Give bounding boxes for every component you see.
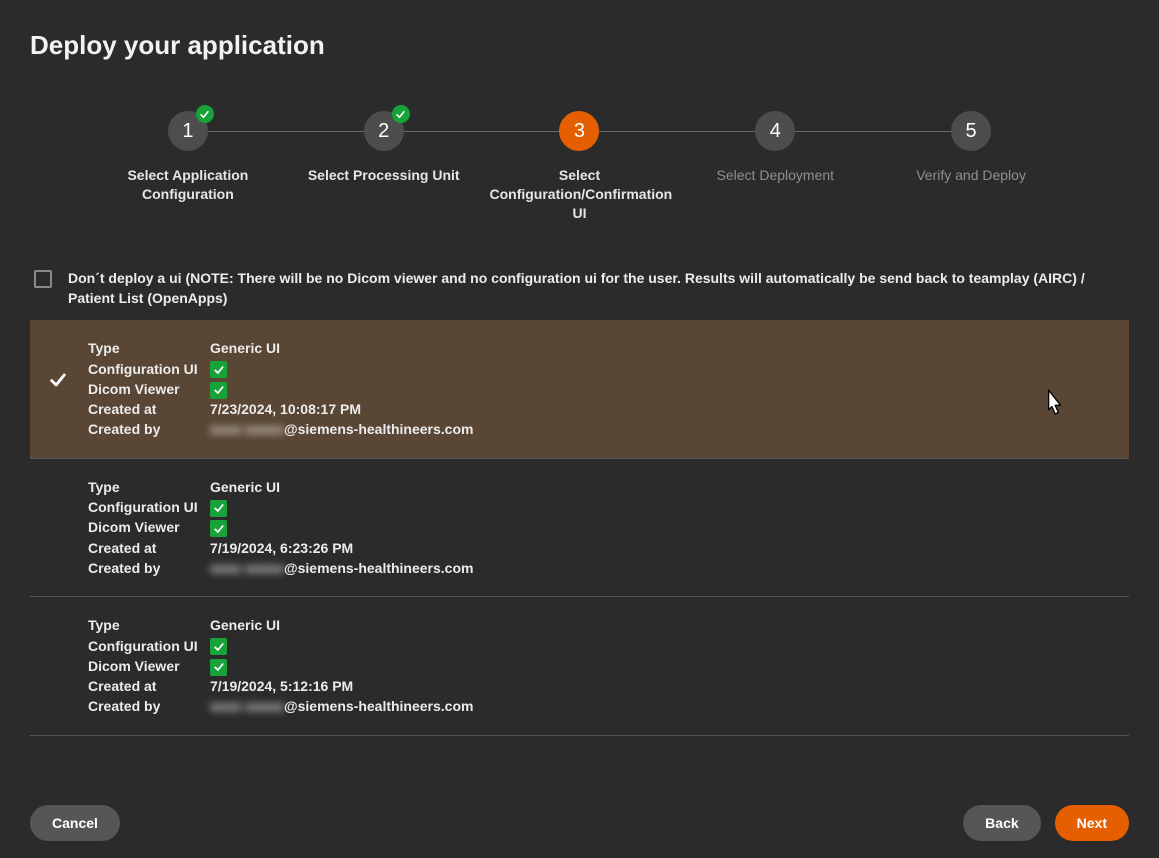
field-value: 7/19/2024, 5:12:16 PM (210, 676, 353, 696)
field-label: Configuration UI (88, 359, 210, 379)
check-icon (210, 382, 227, 399)
dont-deploy-ui-label: Don´t deploy a ui (NOTE: There will be n… (68, 268, 1125, 309)
step-label: Select Application Configuration (98, 166, 278, 204)
step-4[interactable]: 4 Select Deployment (677, 111, 873, 185)
selection-indicator (48, 338, 88, 393)
redacted-name: xxxx xxxxx (210, 419, 284, 439)
step-5[interactable]: 5 Verify and Deploy (873, 111, 1069, 185)
field-value: Generic UI (210, 615, 280, 635)
field-label: Type (88, 477, 210, 497)
next-button[interactable]: Next (1055, 805, 1129, 841)
row-config-ui: Configuration UI (88, 359, 1105, 379)
selection-indicator (48, 477, 88, 509)
field-value: xxxx xxxxx@siemens-healthineers.com (210, 558, 473, 578)
field-value: Generic UI (210, 338, 280, 358)
row-type: TypeGeneric UI (88, 338, 1105, 358)
step-circle: 4 (755, 111, 795, 151)
footer: Cancel Back Next (0, 788, 1159, 858)
field-label: Dicom Viewer (88, 656, 210, 676)
field-label: Created at (88, 676, 210, 696)
row-type: TypeGeneric UI (88, 615, 1105, 635)
step-3[interactable]: 3 Select Configuration/Confirmation UI (482, 111, 678, 223)
check-icon (392, 105, 410, 123)
check-icon (210, 520, 227, 537)
dont-deploy-ui-row[interactable]: Don´t deploy a ui (NOTE: There will be n… (30, 268, 1129, 321)
selection-indicator (48, 615, 88, 647)
row-created-by: Created byxxxx xxxxx@siemens-healthineer… (88, 696, 1105, 716)
field-value: Generic UI (210, 477, 280, 497)
row-dicom: Dicom Viewer (88, 656, 1105, 676)
step-circle: 5 (951, 111, 991, 151)
field-value: xxxx xxxxx@siemens-healthineers.com (210, 419, 473, 439)
row-dicom: Dicom Viewer (88, 379, 1105, 399)
row-type: TypeGeneric UI (88, 477, 1105, 497)
field-label: Created by (88, 558, 210, 578)
step-2[interactable]: 2 Select Processing Unit (286, 111, 482, 185)
step-circle: 3 (559, 111, 599, 151)
ui-option-card[interactable]: TypeGeneric UIConfiguration UIDicom View… (30, 597, 1129, 735)
field-label: Type (88, 615, 210, 635)
row-created-by: Created byxxxx xxxxx@siemens-healthineer… (88, 419, 1105, 439)
page-title: Deploy your application (30, 30, 1129, 61)
field-label: Created at (88, 538, 210, 558)
field-value (210, 497, 227, 517)
field-label: Type (88, 338, 210, 358)
field-value: 7/23/2024, 10:08:17 PM (210, 399, 361, 419)
check-icon (210, 659, 227, 676)
back-button[interactable]: Back (963, 805, 1040, 841)
cancel-button[interactable]: Cancel (30, 805, 120, 841)
row-created-at: Created at7/19/2024, 6:23:26 PM (88, 538, 1105, 558)
step-label: Select Configuration/Confirmation UI (489, 166, 669, 223)
dont-deploy-ui-checkbox[interactable] (34, 270, 52, 288)
card-info: TypeGeneric UIConfiguration UIDicom View… (88, 338, 1105, 439)
field-value: xxxx xxxxx@siemens-healthineers.com (210, 696, 473, 716)
email-domain: @siemens-healthineers.com (284, 560, 474, 576)
check-icon (210, 500, 227, 517)
stepper: 1 Select Application Configuration 2 Select… (30, 111, 1129, 223)
step-circle: 1 (168, 111, 208, 151)
row-config-ui: Configuration UI (88, 497, 1105, 517)
row-created-by: Created byxxxx xxxxx@siemens-healthineer… (88, 558, 1105, 578)
field-value: 7/19/2024, 6:23:26 PM (210, 538, 353, 558)
field-label: Configuration UI (88, 636, 210, 656)
row-dicom: Dicom Viewer (88, 517, 1105, 537)
field-label: Dicom Viewer (88, 379, 210, 399)
step-label: Select Deployment (717, 166, 835, 185)
field-label: Configuration UI (88, 497, 210, 517)
card-info: TypeGeneric UIConfiguration UIDicom View… (88, 615, 1105, 716)
card-info: TypeGeneric UIConfiguration UIDicom View… (88, 477, 1105, 578)
step-circle: 2 (364, 111, 404, 151)
field-value (210, 379, 227, 399)
step-label: Select Processing Unit (308, 166, 460, 185)
ui-option-card[interactable]: TypeGeneric UIConfiguration UIDicom View… (30, 459, 1129, 597)
check-icon (210, 638, 227, 655)
field-value (210, 359, 227, 379)
row-created-at: Created at7/19/2024, 5:12:16 PM (88, 676, 1105, 696)
field-value (210, 517, 227, 537)
ui-option-list: TypeGeneric UIConfiguration UIDicom View… (30, 320, 1129, 735)
row-config-ui: Configuration UI (88, 636, 1105, 656)
email-domain: @siemens-healthineers.com (284, 698, 474, 714)
field-label: Dicom Viewer (88, 517, 210, 537)
field-value (210, 656, 227, 676)
field-label: Created at (88, 399, 210, 419)
check-icon (196, 105, 214, 123)
check-icon (210, 361, 227, 378)
step-1[interactable]: 1 Select Application Configuration (90, 111, 286, 204)
field-label: Created by (88, 696, 210, 716)
step-label: Verify and Deploy (916, 166, 1026, 185)
field-label: Created by (88, 419, 210, 439)
ui-option-card[interactable]: TypeGeneric UIConfiguration UIDicom View… (30, 320, 1129, 458)
redacted-name: xxxx xxxxx (210, 558, 284, 578)
redacted-name: xxxx xxxxx (210, 696, 284, 716)
row-created-at: Created at7/23/2024, 10:08:17 PM (88, 399, 1105, 419)
email-domain: @siemens-healthineers.com (284, 421, 474, 437)
field-value (210, 636, 227, 656)
